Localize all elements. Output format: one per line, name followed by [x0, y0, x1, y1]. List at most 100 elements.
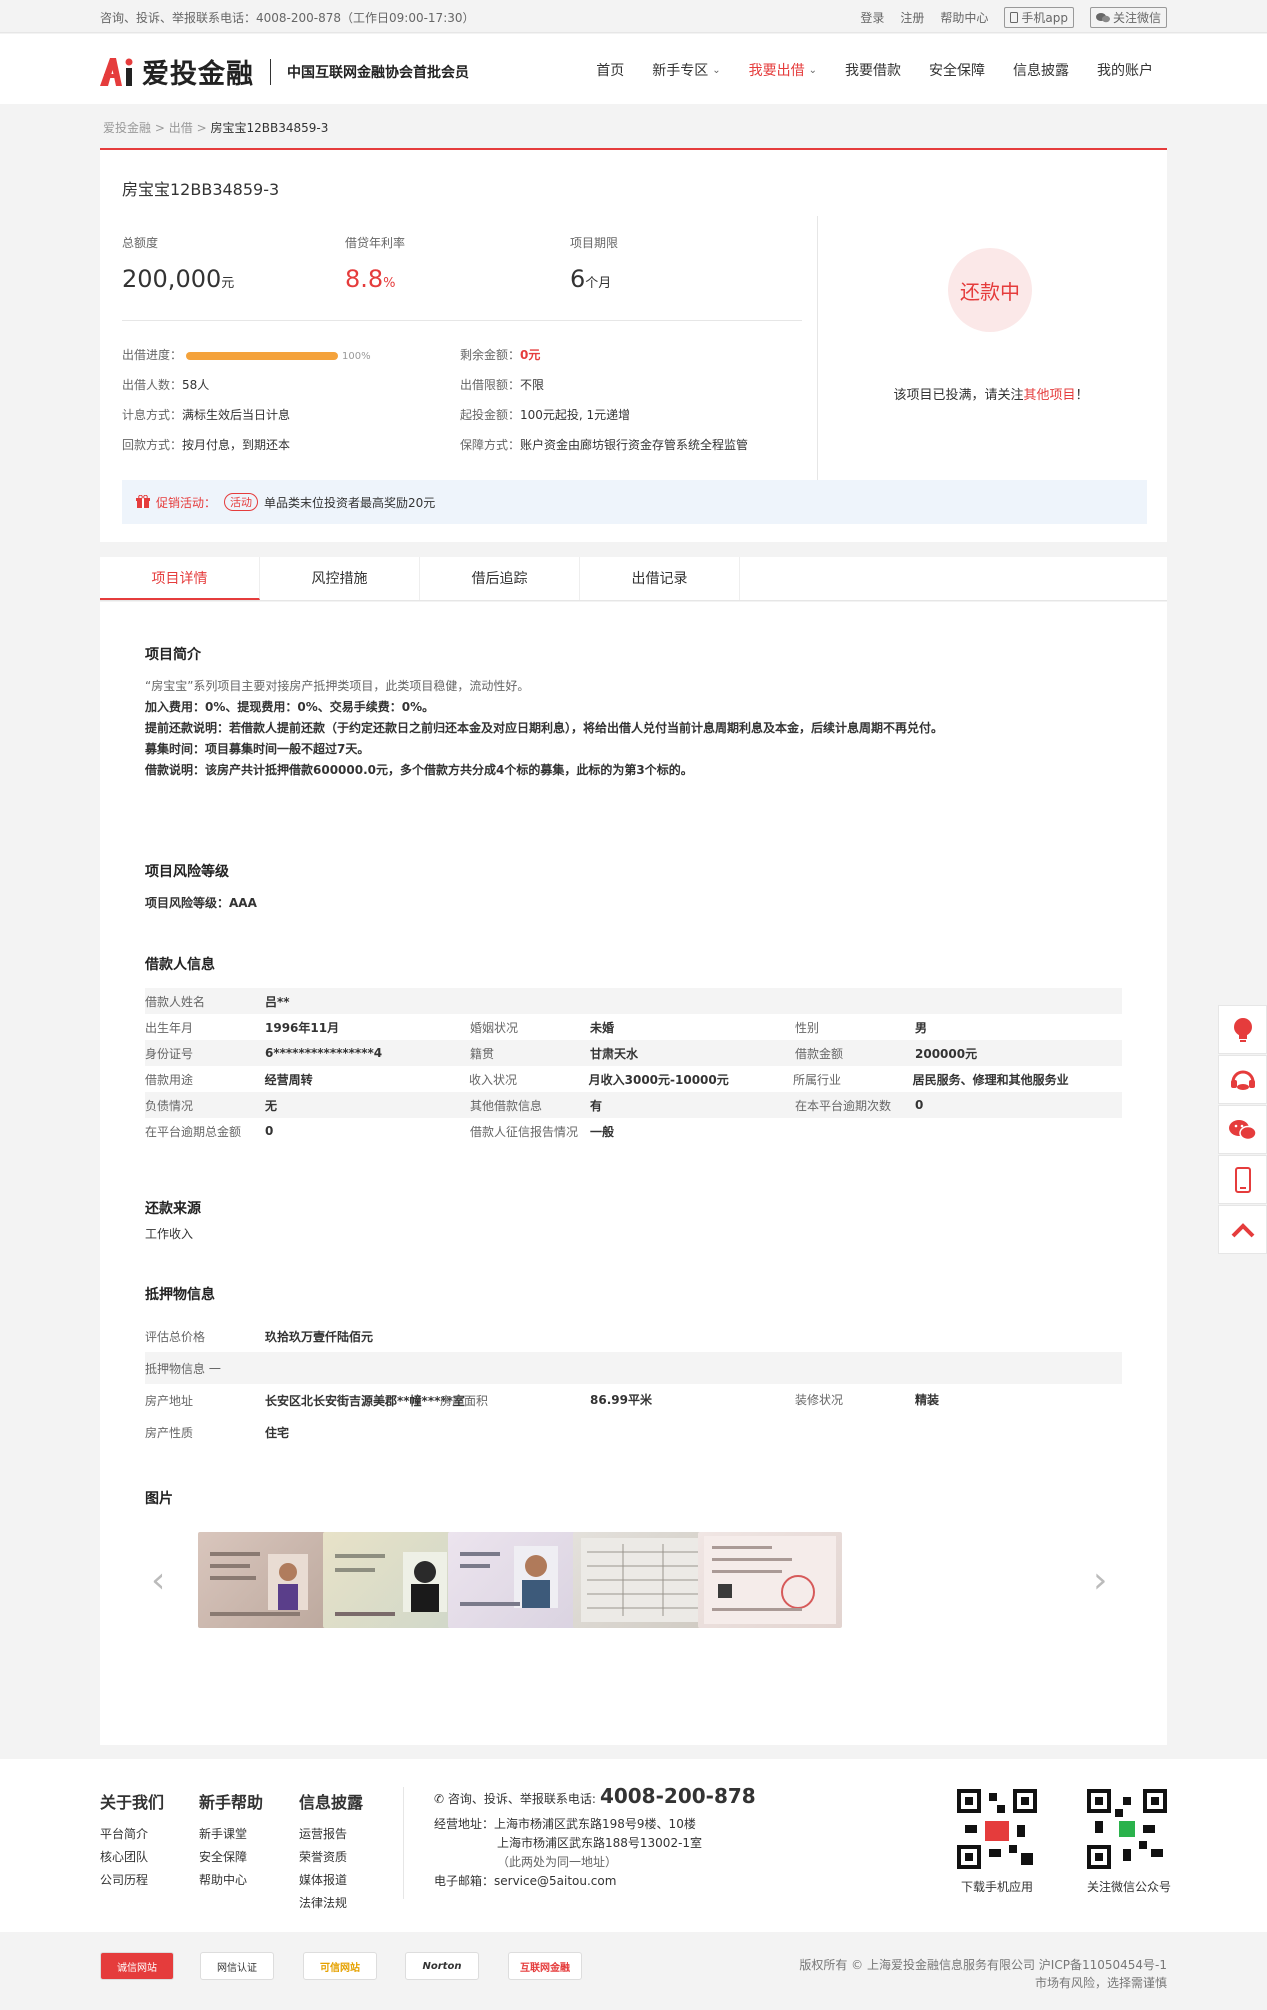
intro-text: “房宝宝”系列项目主要对接房产抵押类项目，此类项目稳健，流动性好。 加入费用：0… [145, 676, 943, 781]
help-center-link[interactable]: 帮助中心 [940, 9, 988, 26]
remaining-label: 剩余金额： [460, 348, 521, 362]
total-amount-label: 总额度 [122, 236, 159, 250]
remaining-value: 0元 [520, 348, 541, 362]
interest-rate-unit: % [383, 276, 396, 291]
cell-key: 负债情况 [145, 1098, 194, 1113]
trust-badge[interactable]: 诚信网站 [100, 1952, 174, 1980]
back-to-top-button[interactable] [1218, 1205, 1267, 1254]
nav-borrow[interactable]: 我要借款 [831, 60, 915, 80]
footer-address-label: 经营地址： [434, 1817, 495, 1831]
cell-key: 借款用途 [145, 1072, 194, 1087]
trust-badge[interactable]: 可信网站 [303, 1952, 377, 1980]
lightbulb-icon [1233, 1017, 1252, 1042]
thumbnail-document[interactable] [573, 1532, 717, 1628]
gift-icon [136, 495, 150, 508]
cell-value: 有 [590, 1098, 603, 1113]
register-link[interactable]: 注册 [900, 9, 924, 26]
nav-security[interactable]: 安全保障 [915, 60, 999, 80]
top-links: 登录 注册 帮助中心 手机app 关注微信 [860, 7, 1167, 28]
tab-risk-control[interactable]: 风控措施 [260, 557, 420, 600]
interest-rate-label: 借贷年利率 [345, 236, 406, 250]
cell-value: 甘肃天水 [590, 1046, 639, 1061]
thumbnail-id-card[interactable] [323, 1532, 467, 1628]
nav-newbie[interactable]: 新手专区 ⌄ [638, 60, 734, 80]
login-link[interactable]: 登录 [860, 9, 884, 26]
logo[interactable]: 爱投金融 中国互联网金融协会首批会员 [100, 52, 469, 91]
cell-key: 抵押物信息 一 [145, 1361, 221, 1376]
chevron-left-icon[interactable]: ‹ [151, 1560, 165, 1601]
term-unit: 个月 [585, 276, 612, 291]
mobile-app-side-button[interactable] [1218, 1155, 1267, 1204]
customer-service-button[interactable] [1218, 1055, 1267, 1104]
trust-badge[interactable]: 网信认证 [200, 1952, 274, 1980]
nav-disclosure[interactable]: 信息披露 [999, 60, 1083, 80]
trust-badge[interactable]: 互联网金融 [508, 1952, 582, 1980]
cell-key: 在本平台逾期次数 [795, 1098, 892, 1113]
footer-link[interactable]: 新手课堂 [199, 1825, 263, 1842]
promo-title: 促销活动： [156, 495, 217, 510]
footer-link[interactable]: 媒体报道 [299, 1871, 363, 1888]
breadcrumb-home[interactable]: 爱投金融 [103, 121, 151, 135]
mobile-app-button[interactable]: 手机app [1004, 7, 1074, 28]
trust-badge[interactable]: Norton [405, 1952, 479, 1980]
status-note-text: 该项目已投满，请关注 [893, 388, 1024, 403]
cell-value: 200000元 [915, 1046, 978, 1061]
nav-account[interactable]: 我的账户 [1083, 60, 1167, 80]
phone-icon [1234, 1166, 1251, 1193]
thumbnail-id-card[interactable] [448, 1532, 592, 1628]
cell-key: 所属行业 [793, 1072, 842, 1087]
interest-rate-value: 8.8% [345, 265, 405, 293]
footer-tel: 4008-200-878 [599, 1784, 756, 1808]
nav-security-label: 安全保障 [929, 63, 985, 79]
wechat-icon [1095, 13, 1110, 23]
site-header: 爱投金融 中国互联网金融协会首批会员 首页 新手专区 ⌄ 我要出借 ⌄ 我要借款 安… [0, 34, 1267, 104]
thumbnail-certificate[interactable] [698, 1532, 842, 1628]
cell-key: 借款金额 [795, 1046, 844, 1061]
min-invest-label: 起投金额： [460, 408, 521, 422]
qr-code-icon [1087, 1789, 1167, 1869]
chevron-right-icon[interactable]: › [1093, 1560, 1107, 1601]
table-row: 借款用途 经营周转 收入状况 月收入3000元-10000元 所属行业 居民服务、修理… [145, 1066, 1122, 1092]
footer-address: 经营地址：上海市杨浦区武东路198号9楼、10楼 [434, 1815, 756, 1834]
footer-email-value[interactable]: service@5aitou.com [494, 1874, 616, 1888]
footer-link[interactable]: 核心团队 [100, 1848, 164, 1865]
footer-link[interactable]: 安全保障 [199, 1848, 263, 1865]
certificate-icon [704, 1536, 836, 1624]
term-label: 项目期限 [570, 236, 619, 250]
footer-link[interactable]: 公司历程 [100, 1871, 164, 1888]
tab-invest-records[interactable]: 出借记录 [580, 557, 740, 600]
picture-carousel: ‹ › [145, 1530, 1122, 1630]
wechat-button[interactable] [1218, 1105, 1267, 1154]
footer-link[interactable]: 帮助中心 [199, 1871, 263, 1888]
logo-divider [270, 58, 271, 85]
nav-home[interactable]: 首页 [582, 60, 638, 80]
table-row: 房产性质 住宅 [145, 1416, 1122, 1448]
other-projects-link[interactable]: 其他项目 [1023, 388, 1075, 403]
footer-link[interactable]: 荣誉资质 [299, 1848, 363, 1865]
chevron-down-icon: ⌄ [712, 64, 721, 76]
footer-about: 关于我们 平台简介 核心团队 公司历程 [100, 1789, 164, 1894]
tips-button[interactable] [1218, 1005, 1267, 1054]
thumbnail-id-card[interactable] [198, 1532, 342, 1628]
breadcrumb-invest[interactable]: 出借 [169, 121, 193, 135]
table-row: 评估总价格 玖拾玖万壹仟陆佰元 [145, 1320, 1122, 1352]
progress-row: 出借进度： 100% [122, 346, 371, 363]
cell-key: 在平台逾期总金额 [145, 1124, 242, 1139]
tab-project-details[interactable]: 项目详情 [100, 557, 260, 600]
copyright: 版权所有 © 上海爱投金融信息服务有限公司 沪ICP备11050454号-1 市… [799, 1956, 1167, 1992]
min-invest-value: 100元起投, 1元递增 [520, 408, 631, 422]
total-amount-stat: 总额度 200,000元 [122, 234, 234, 293]
wechat-follow-button[interactable]: 关注微信 [1089, 7, 1167, 28]
nav-home-label: 首页 [596, 63, 625, 79]
cell-key: 性别 [795, 1020, 820, 1035]
repay-source-text: 工作收入 [145, 1227, 194, 1241]
footer-link[interactable]: 平台简介 [100, 1825, 164, 1842]
footer-link[interactable]: 法律法规 [299, 1894, 363, 1911]
nav-account-label: 我的账户 [1097, 63, 1153, 79]
nav-invest[interactable]: 我要出借 ⌄ [735, 60, 831, 80]
footer-info: 信息披露 运营报告 荣誉资质 媒体报道 法律法规 [299, 1789, 363, 1917]
tab-post-loan[interactable]: 借后追踪 [420, 557, 580, 600]
site-footer: 关于我们 平台简介 核心团队 公司历程 新手帮助 新手课堂 安全保障 帮助中心 … [0, 1759, 1267, 1932]
arrow-up-icon [1231, 1222, 1254, 1237]
footer-link[interactable]: 运营报告 [299, 1825, 363, 1842]
